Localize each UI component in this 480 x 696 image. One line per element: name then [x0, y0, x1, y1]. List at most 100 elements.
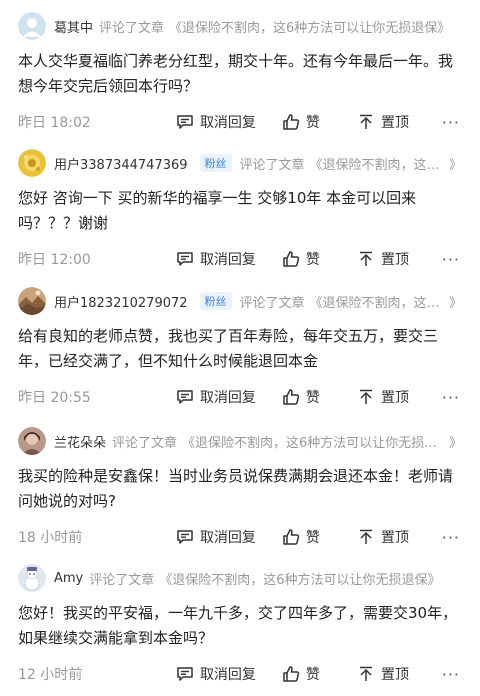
comment-header: 用户1823210279072 粉丝 评论了文章 《退保险不割肉，这6... 》	[18, 286, 462, 316]
comment-footer: 昨日 18:02 取消回复 赞 置顶 ···	[18, 107, 462, 137]
like-label: 赞	[305, 115, 320, 131]
pin-top-button[interactable]: 置顶	[357, 664, 442, 684]
cancel-reply-button[interactable]: 取消回复	[176, 249, 282, 269]
cancel-reply-label: 取消回复	[199, 530, 256, 546]
pin-top-label: 置顶	[380, 115, 409, 131]
comment-text: 我买的险种是安鑫保！当时业务员说保费满期会退还本金！老师请问她说的对吗?	[18, 467, 454, 510]
comment-footer: 昨日 20:55 取消回复 赞 置顶 ···	[18, 382, 462, 412]
reply-icon	[177, 530, 193, 544]
pin-top-icon	[359, 666, 372, 681]
pin-top-button[interactable]: 置顶	[357, 387, 442, 407]
reply-icon	[177, 667, 193, 681]
username[interactable]: 兰花朵朵	[54, 432, 106, 451]
more-options-icon[interactable]: ···	[442, 388, 460, 407]
action-text: 评论了文章	[239, 157, 305, 173]
thumbs-up-icon	[283, 529, 300, 545]
pin-top-label: 置顶	[380, 390, 409, 406]
username[interactable]: 用户1823210279072	[54, 292, 188, 311]
like-button[interactable]: 赞	[282, 112, 357, 132]
thumbs-up-icon	[283, 389, 300, 405]
username[interactable]: 用户3387344747369	[54, 154, 188, 173]
article-link[interactable]: 《退保险不割肉，这6...	[310, 292, 441, 311]
like-label: 赞	[305, 252, 320, 268]
comment-text: 本人交华夏福临门养老分红型，期交十年。还有今年最后一年。我想今年交完后领回本行吗…	[18, 52, 454, 95]
like-label: 赞	[305, 390, 320, 406]
comment-header: 用户3387344747369 粉丝 评论了文章 《退保险不割肉，这6... 》	[18, 148, 462, 178]
pin-top-icon	[359, 251, 372, 266]
action-text: 评论了文章	[89, 572, 155, 588]
comment-footer: 12 小时前 取消回复 赞 置顶 ···	[18, 659, 462, 689]
comment-time: 昨日 12:00	[18, 252, 91, 268]
username[interactable]: Amy	[54, 571, 83, 586]
pin-top-button[interactable]: 置顶	[357, 527, 442, 547]
landscape-avatar-icon[interactable]	[18, 287, 46, 315]
like-button[interactable]: 赞	[282, 249, 357, 269]
comment-list: 葛其中 评论了文章 《退保险不割肉，这6种方法可以让你无损退保》 本人交华夏福临…	[0, 0, 480, 696]
cancel-reply-button[interactable]: 取消回复	[176, 112, 282, 132]
cancel-reply-button[interactable]: 取消回复	[176, 527, 282, 547]
portrait-avatar-icon[interactable]	[18, 427, 46, 455]
action-text: 评论了文章	[99, 20, 165, 36]
thumbs-up-icon	[283, 666, 300, 682]
comment-footer: 昨日 12:00 取消回复 赞 置顶 ···	[18, 244, 462, 274]
more-options-icon[interactable]: ···	[442, 250, 460, 269]
comment-header: Amy 评论了文章 《退保险不割肉，这6种方法可以让你无损退保》	[18, 563, 462, 593]
article-link-end: 》	[448, 295, 462, 311]
comment-footer: 18 小时前 取消回复 赞 置顶 ···	[18, 522, 462, 552]
comment-text: 您好 咨询一下 买的新华的福享一生 交够10年 本金可以回来吗？？？谢谢	[18, 189, 417, 232]
cancel-reply-label: 取消回复	[199, 390, 256, 406]
fan-badge: 粉丝	[199, 292, 232, 310]
like-button[interactable]: 赞	[282, 664, 357, 684]
reply-icon	[177, 390, 193, 404]
pin-top-icon	[359, 529, 372, 544]
article-link[interactable]: 《退保险不割肉，这6...	[310, 154, 441, 173]
cancel-reply-button[interactable]: 取消回复	[176, 664, 282, 684]
more-options-icon[interactable]: ···	[442, 113, 460, 132]
more-options-icon[interactable]: ···	[442, 528, 460, 547]
reply-icon	[177, 115, 193, 129]
cancel-reply-label: 取消回复	[199, 115, 256, 131]
comment-item: 用户1823210279072 粉丝 评论了文章 《退保险不割肉，这6... 》…	[0, 277, 480, 418]
fan-badge: 粉丝	[199, 154, 232, 172]
comment-time: 昨日 20:55	[18, 390, 91, 406]
article-link-end: 》	[448, 435, 462, 451]
yellow-flower-avatar-icon[interactable]	[18, 149, 46, 177]
article-link-end: 》	[448, 157, 462, 173]
article-link[interactable]: 《退保险不割肉，这6种方法可以让你无损...	[182, 432, 441, 451]
snowman-avatar-icon[interactable]	[18, 564, 46, 592]
comment-header: 葛其中 评论了文章 《退保险不割肉，这6种方法可以让你无损退保》	[18, 11, 462, 41]
thumbs-up-icon	[283, 114, 300, 130]
comment-time: 18 小时前	[18, 530, 83, 546]
comment-time: 昨日 18:02	[18, 115, 91, 131]
pin-top-button[interactable]: 置顶	[357, 249, 442, 269]
username[interactable]: 葛其中	[54, 17, 93, 36]
comment-header: 兰花朵朵 评论了文章 《退保险不割肉，这6种方法可以让你无损... 》	[18, 426, 462, 456]
cancel-reply-label: 取消回复	[199, 252, 256, 268]
more-options-icon[interactable]: ···	[442, 665, 460, 684]
like-button[interactable]: 赞	[282, 387, 357, 407]
article-link[interactable]: 《退保险不割肉，这6种方法可以让你无损退保》	[159, 569, 462, 588]
pin-top-button[interactable]: 置顶	[357, 112, 442, 132]
action-text: 评论了文章	[112, 435, 178, 451]
like-button[interactable]: 赞	[282, 527, 357, 547]
pin-top-icon	[359, 114, 372, 129]
pin-top-label: 置顶	[380, 530, 409, 546]
article-link[interactable]: 《退保险不割肉，这6种方法可以让你无损退保》	[169, 17, 462, 36]
comment-time: 12 小时前	[18, 667, 83, 683]
action-text: 评论了文章	[239, 295, 305, 311]
pin-top-icon	[359, 389, 372, 404]
comment-item: Amy 评论了文章 《退保险不割肉，这6种方法可以让你无损退保》 您好！我买的平…	[0, 557, 480, 696]
thumbs-up-icon	[283, 251, 300, 267]
cancel-reply-label: 取消回复	[199, 667, 256, 683]
reply-icon	[177, 252, 193, 266]
comment-item: 葛其中 评论了文章 《退保险不割肉，这6种方法可以让你无损退保》 本人交华夏福临…	[0, 0, 480, 138]
like-label: 赞	[305, 667, 320, 683]
comment-text: 给有良知的老师点赞，我也买了百年寿险，每年交五万，要交三年，已经交满了，但不知什…	[18, 327, 439, 370]
like-label: 赞	[305, 530, 320, 546]
comment-item: 用户3387344747369 粉丝 评论了文章 《退保险不割肉，这6... 》…	[0, 138, 480, 277]
default-avatar-icon[interactable]	[18, 12, 46, 40]
cancel-reply-button[interactable]: 取消回复	[176, 387, 282, 407]
comment-item: 兰花朵朵 评论了文章 《退保险不割肉，这6种方法可以让你无损... 》 我买的险…	[0, 418, 480, 557]
pin-top-label: 置顶	[380, 667, 409, 683]
pin-top-label: 置顶	[380, 252, 409, 268]
